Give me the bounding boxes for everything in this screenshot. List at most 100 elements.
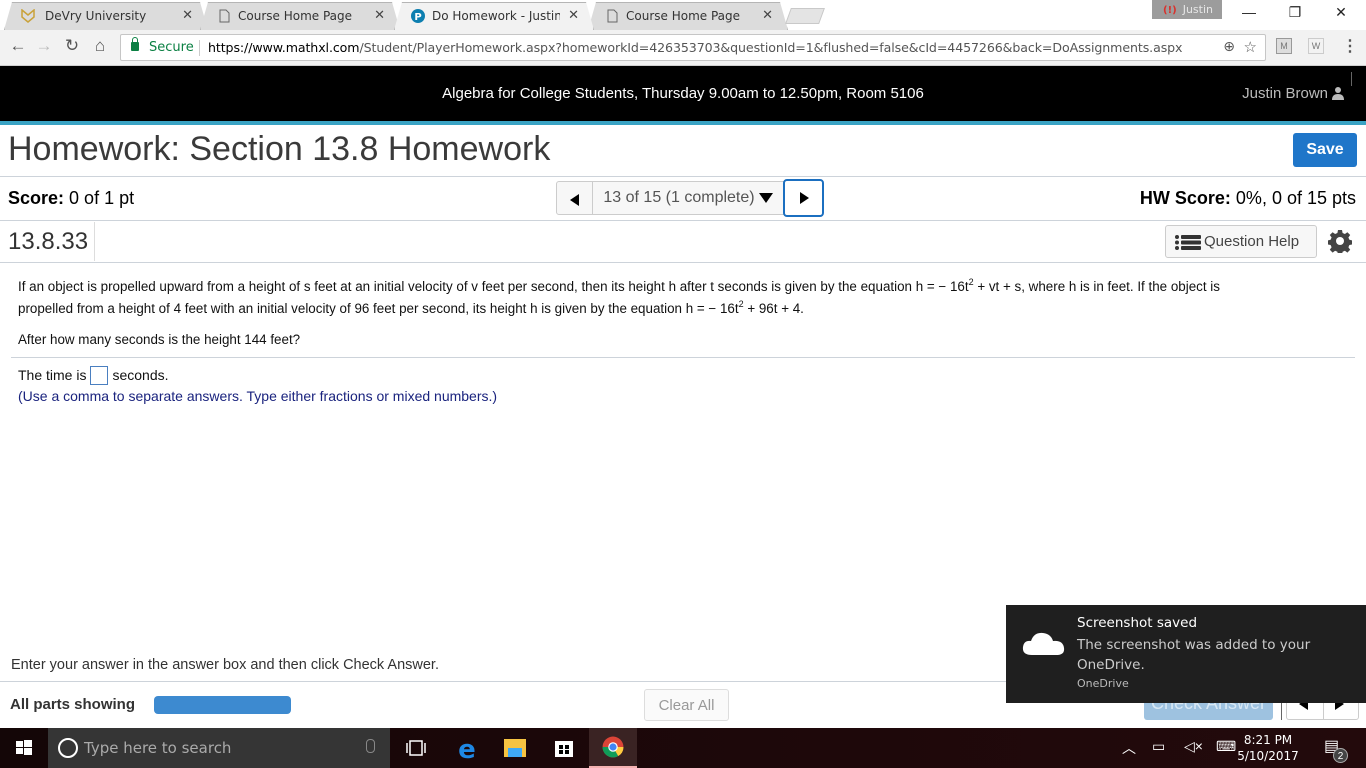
address-separator — [199, 40, 200, 56]
question-text: propelled from a height of 4 feet with a… — [18, 301, 739, 316]
page-icon — [217, 9, 231, 23]
course-title: Algebra for College Students, Thursday 9… — [442, 85, 924, 102]
question-paragraph-2: propelled from a height of 4 feet with a… — [18, 298, 804, 320]
url-text: https://www.mathxl.com/Student/PlayerHom… — [208, 35, 1183, 60]
taskbar-clock[interactable]: 8:21 PM 5/10/2017 — [1228, 732, 1308, 764]
question-text: + 96t + 4. — [743, 301, 804, 316]
toast-app-name: OneDrive — [1077, 677, 1129, 690]
hw-score-label: HW Score: — [1139, 188, 1231, 208]
tab-label: Course Home Page — [626, 9, 741, 23]
browser-menu-icon[interactable]: ⋮ — [1342, 36, 1358, 56]
tab-close-icon[interactable]: ✕ — [374, 3, 385, 29]
bookmark-star-icon[interactable]: ☆ — [1244, 35, 1257, 60]
triangle-right-icon — [800, 192, 809, 204]
question-score: Score: 0 of 1 pt — [8, 188, 134, 209]
new-tab-button[interactable] — [785, 8, 825, 24]
toast-title: Screenshot saved — [1077, 615, 1198, 631]
divider — [0, 262, 1366, 263]
tab-course-home-page[interactable]: Course Home Page ✕ — [200, 2, 400, 30]
toast-body: The screenshot was added to your OneDriv… — [1077, 637, 1311, 673]
clock-date: 5/10/2017 — [1237, 749, 1299, 763]
answer-prefix: The time is — [18, 367, 87, 383]
triangle-left-icon — [570, 194, 579, 206]
divider — [94, 222, 95, 261]
chrome-icon[interactable] — [589, 728, 637, 768]
tab-close-icon[interactable]: ✕ — [568, 3, 579, 29]
taskbar-search-box[interactable]: Type here to search — [48, 728, 390, 768]
tab-label: Course Home Page — [238, 9, 353, 23]
answer-suffix: seconds. — [112, 367, 169, 383]
tab-close-icon[interactable]: ✕ — [182, 3, 193, 29]
clear-all-button[interactable]: Clear All — [644, 689, 729, 721]
tab-devry-university[interactable]: DeVry University ✕ — [4, 2, 208, 30]
question-prompt: After how many seconds is the height 144… — [18, 332, 301, 347]
task-view-icon[interactable] — [392, 728, 440, 768]
answer-line: The time is seconds. — [18, 366, 169, 385]
address-bar[interactable]: Secure https://www.mathxl.com/Student/Pl… — [120, 34, 1266, 61]
header-divider — [1351, 72, 1352, 86]
notification-count-badge: 2 — [1333, 748, 1348, 763]
clock-time: 8:21 PM — [1243, 733, 1293, 747]
page-title: Homework: Section 13.8 Homework — [8, 130, 551, 168]
battery-icon[interactable]: ▭ — [1152, 738, 1165, 755]
course-header: Algebra for College Students, Thursday 9… — [0, 66, 1366, 121]
tab-label: DeVry University — [45, 9, 147, 23]
homework-score: HW Score: 0%, 0 of 15 pts — [1140, 188, 1356, 209]
question-help-button[interactable]: Question Help — [1165, 225, 1317, 258]
reload-icon[interactable]: ↻ — [60, 36, 84, 56]
edge-icon[interactable]: e — [443, 728, 491, 768]
url-path: /Student/PlayerHomework.aspx?homeworkId=… — [359, 40, 1183, 55]
divider — [0, 220, 1366, 221]
show-hidden-icons[interactable]: ︿ — [1122, 738, 1136, 758]
file-explorer-icon[interactable] — [491, 728, 539, 768]
volume-muted-icon[interactable]: ◁× — [1184, 738, 1203, 755]
url-host: https://www.mathxl.com — [208, 40, 360, 55]
secure-label: Secure — [149, 40, 194, 55]
answer-hint: (Use a comma to separate answers. Type e… — [18, 388, 498, 404]
search-placeholder: Type here to search — [84, 739, 232, 757]
question-paragraph-1: If an object is propelled upward from a … — [18, 276, 1220, 298]
question-select-dropdown[interactable]: 13 of 15 (1 complete) — [592, 181, 784, 215]
minimize-button[interactable]: — — [1226, 4, 1272, 20]
windows-taskbar: Type here to search e ︿ ▭ ◁× ⌨ 8:21 PM 5/… — [0, 728, 1366, 768]
home-icon[interactable]: ⌂ — [88, 36, 112, 56]
back-arrow-icon[interactable]: ← — [6, 36, 30, 56]
question-text: If an object is propelled upward from a … — [18, 279, 969, 294]
extension-m-icon[interactable]: M — [1276, 38, 1292, 54]
hw-score-value: 0%, 0 of 15 pts — [1235, 188, 1356, 208]
store-icon[interactable] — [540, 728, 588, 768]
triangle-down-icon — [758, 192, 773, 203]
profile-icon: (!) — [1163, 5, 1177, 16]
extension-w-icon[interactable]: W — [1308, 38, 1324, 54]
score-label: Score: — [8, 188, 65, 208]
close-window-button[interactable]: ✕ — [1318, 4, 1364, 21]
windows-start-icon[interactable] — [0, 728, 48, 768]
onedrive-toast[interactable]: Screenshot saved The screenshot was adde… — [1006, 605, 1366, 703]
tab-course-home-page-2[interactable]: Course Home Page ✕ — [588, 2, 788, 30]
browser-tab-strip: DeVry University ✕ Course Home Page ✕ P … — [0, 0, 1366, 30]
pearson-icon: P — [411, 9, 425, 23]
next-question-button[interactable] — [783, 179, 824, 217]
instruction-text: Enter your answer in the answer box and … — [11, 657, 439, 673]
question-position: 13 of 15 (1 complete) — [603, 189, 755, 206]
save-button[interactable]: Save — [1293, 133, 1357, 167]
divider — [0, 176, 1366, 177]
page-icon — [605, 9, 619, 23]
question-id: 13.8.33 — [8, 228, 89, 255]
zoom-icon[interactable]: ⊕ — [1223, 35, 1235, 60]
microphone-icon[interactable] — [366, 739, 375, 753]
answer-input[interactable] — [90, 366, 109, 385]
score-value: 0 of 1 pt — [69, 188, 135, 208]
forward-arrow-icon[interactable]: → — [32, 36, 56, 56]
browser-toolbar: ← → ↻ ⌂ Secure https://www.mathxl.com/St… — [0, 30, 1366, 66]
user-name[interactable]: Justin Brown — [1242, 85, 1328, 102]
gear-icon[interactable] — [1328, 229, 1352, 253]
user-icon[interactable] — [1332, 86, 1344, 100]
lock-icon — [131, 37, 139, 51]
tab-close-icon[interactable]: ✕ — [762, 3, 773, 29]
previous-question-button[interactable] — [556, 181, 593, 215]
question-text: + vt + s, where h is in feet. If the obj… — [973, 279, 1220, 294]
profile-button[interactable]: (!) Justin — [1152, 0, 1222, 19]
restore-button[interactable]: ❐ — [1272, 4, 1318, 21]
tab-do-homework[interactable]: P Do Homework - Justin Br ✕ — [394, 2, 594, 30]
